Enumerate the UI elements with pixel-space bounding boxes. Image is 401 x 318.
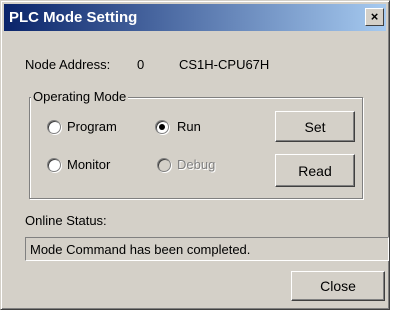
program-radio[interactable]	[47, 120, 61, 134]
debug-label: Debug	[177, 157, 216, 172]
online-status-field: Mode Command has been completed.	[25, 237, 389, 261]
monitor-radio[interactable]	[47, 158, 61, 172]
cpu-model: CS1H-CPU67H	[179, 57, 270, 72]
node-address-value: 0	[137, 57, 145, 72]
close-icon[interactable]: ×	[365, 8, 384, 26]
run-label[interactable]: Run	[177, 119, 201, 134]
node-address-label: Node Address:	[25, 57, 111, 72]
run-radio-selected-dot	[159, 124, 165, 130]
debug-radio	[157, 158, 171, 172]
program-label[interactable]: Program	[67, 119, 117, 134]
online-status-message: Mode Command has been completed.	[30, 242, 251, 257]
window-title: PLC Mode Setting	[9, 9, 138, 26]
plc-mode-dialog: PLC Mode Setting × Node Address: 0 CS1H-…	[0, 0, 390, 310]
monitor-label[interactable]: Monitor	[67, 157, 110, 172]
close-button[interactable]: Close	[291, 271, 385, 301]
operating-mode-legend: Operating Mode	[31, 89, 129, 104]
set-button[interactable]: Set	[275, 111, 355, 142]
online-status-label: Online Status:	[25, 213, 107, 228]
run-radio[interactable]	[155, 120, 169, 134]
read-button[interactable]: Read	[275, 154, 355, 187]
title-bar[interactable]: PLC Mode Setting ×	[4, 4, 386, 31]
